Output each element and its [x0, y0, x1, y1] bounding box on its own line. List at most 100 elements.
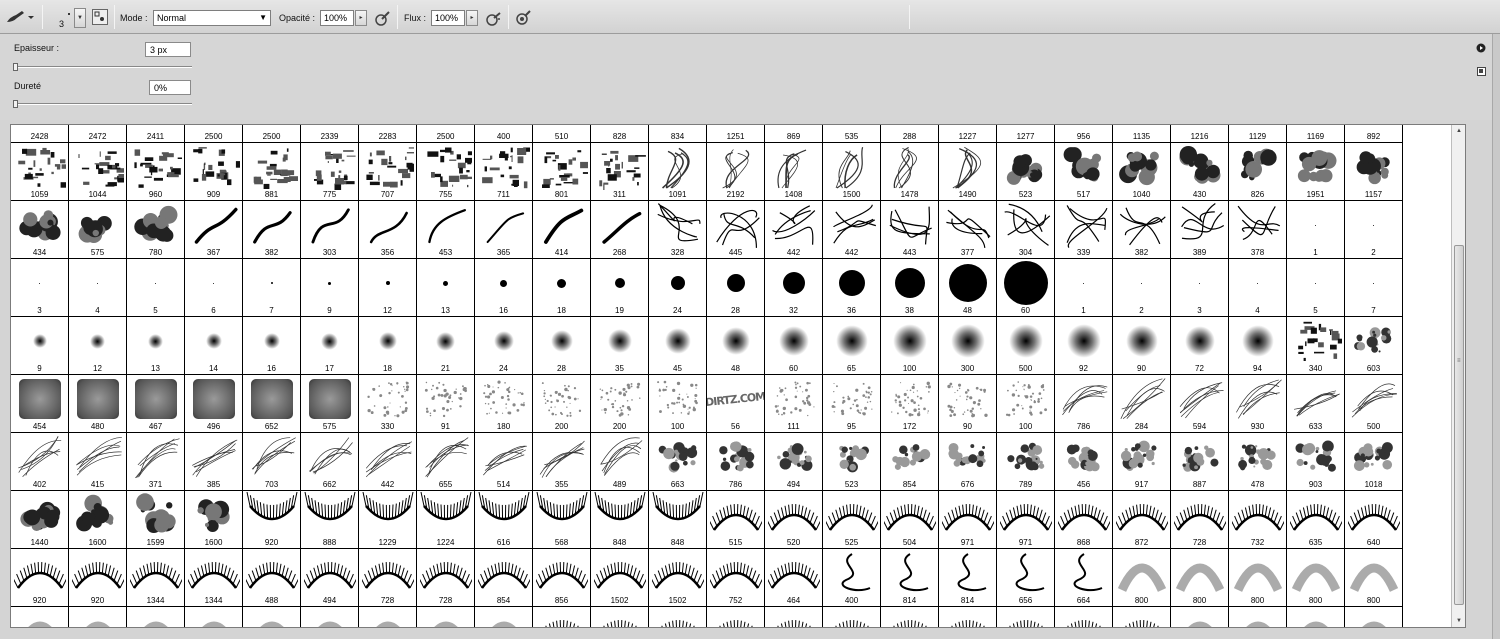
brush-preset-cell[interactable]: 268 — [591, 201, 649, 259]
brush-preset-cell[interactable]: 814 — [881, 549, 939, 607]
brush-preset-cell[interactable] — [1287, 607, 1345, 627]
brush-preset-cell[interactable]: 18 — [533, 259, 591, 317]
brush-preset-cell[interactable]: 892 — [1345, 125, 1403, 143]
brush-preset-cell[interactable]: 2339 — [301, 125, 359, 143]
brush-preset-cell[interactable]: 4 — [69, 259, 127, 317]
brush-preset-cell[interactable]: 920 — [243, 491, 301, 549]
brush-preset-cell[interactable]: 1502 — [649, 549, 707, 607]
brush-preset-cell[interactable]: 1277 — [997, 125, 1055, 143]
brush-preset-cell[interactable]: 367 — [185, 201, 243, 259]
brush-preset-cell[interactable]: 1951 — [1287, 143, 1345, 201]
thickness-slider-track[interactable] — [14, 66, 192, 68]
brush-preset-cell[interactable]: 728 — [417, 549, 475, 607]
brush-preset-cell[interactable]: 1 — [1287, 201, 1345, 259]
brush-preset-cell[interactable]: 800 — [1229, 549, 1287, 607]
brush-preset-cell[interactable]: 494 — [301, 549, 359, 607]
brush-preset-cell[interactable]: 800 — [1171, 549, 1229, 607]
brush-preset-cell[interactable]: 443 — [881, 201, 939, 259]
brush-preset-cell[interactable]: 6 — [185, 259, 243, 317]
brush-preset-cell[interactable]: 801 — [533, 143, 591, 201]
brush-preset-cell[interactable]: 478 — [1229, 433, 1287, 491]
brush-tool-icon[interactable] — [4, 8, 34, 26]
brush-preset-cell[interactable]: 887 — [1171, 433, 1229, 491]
brush-preset-cell[interactable]: 28 — [707, 259, 765, 317]
brush-preset-cell[interactable]: 180 — [475, 375, 533, 433]
brush-preset-cell[interactable]: 971 — [997, 491, 1055, 549]
brush-preset-cell[interactable]: 371 — [127, 433, 185, 491]
brush-preset-cell[interactable]: 1224 — [417, 491, 475, 549]
brush-preset-cell[interactable]: 172 — [881, 375, 939, 433]
brush-preset-cell[interactable]: 510 — [533, 125, 591, 143]
brush-preset-cell[interactable]: 16 — [475, 259, 533, 317]
brush-preset-dropdown[interactable]: ▼ — [74, 8, 86, 28]
brush-preset-cell[interactable]: 288 — [881, 125, 939, 143]
brush-preset-cell[interactable]: 200 — [533, 375, 591, 433]
brush-preset-cell[interactable]: 1040 — [1113, 143, 1171, 201]
brush-preset-cell[interactable]: 775 — [301, 143, 359, 201]
brush-preset-cell[interactable]: 633 — [1287, 375, 1345, 433]
brush-preset-cell[interactable]: 4 — [1229, 259, 1287, 317]
brush-preset-cell[interactable]: 90 — [939, 375, 997, 433]
brush-preset-cell[interactable]: 17 — [301, 317, 359, 375]
brush-preset-cell[interactable]: 9 — [11, 317, 69, 375]
brush-preset-cell[interactable]: 956 — [1055, 125, 1113, 143]
brush-preset-cell[interactable]: 1344 — [127, 549, 185, 607]
brush-preset-cell[interactable]: 1018 — [1345, 433, 1403, 491]
airbrush-icon[interactable] — [485, 9, 503, 27]
hardness-slider-thumb[interactable] — [13, 100, 18, 108]
brush-preset-cell[interactable]: 711 — [475, 143, 533, 201]
brush-preset-cell[interactable]: 24 — [649, 259, 707, 317]
brush-preset-cell[interactable]: 826 — [1229, 143, 1287, 201]
brush-preset-cell[interactable]: 652 — [243, 375, 301, 433]
brush-preset-cell[interactable]: 304 — [997, 201, 1055, 259]
brush-preset-cell[interactable]: 848 — [649, 491, 707, 549]
brush-preset-cell[interactable] — [301, 607, 359, 627]
brush-preset-cell[interactable]: 45 — [649, 317, 707, 375]
brush-preset-cell[interactable]: 663 — [649, 433, 707, 491]
brush-preset-cell[interactable]: 960 — [127, 143, 185, 201]
brush-preset-cell[interactable]: 300 — [939, 317, 997, 375]
brush-preset-cell[interactable]: 1600 — [69, 491, 127, 549]
brush-preset-cell[interactable]: 971 — [939, 491, 997, 549]
brush-preset-cell[interactable]: 430 — [1171, 143, 1229, 201]
brush-preset-cell[interactable]: 881 — [243, 143, 301, 201]
brush-preset-cell[interactable]: 786 — [1055, 375, 1113, 433]
hardness-input[interactable]: 0% — [149, 80, 191, 95]
brush-preset-cell[interactable]: 330 — [359, 375, 417, 433]
brush-preset-cell[interactable]: 94 — [1229, 317, 1287, 375]
brush-preset-cell[interactable]: 434 — [11, 201, 69, 259]
brush-preset-cell[interactable] — [475, 607, 533, 627]
brush-preset-cell[interactable] — [69, 607, 127, 627]
brush-preset-cell[interactable]: 95 — [823, 375, 881, 433]
brush-preset-cell[interactable]: 494 — [765, 433, 823, 491]
brush-preset-cell[interactable] — [1171, 607, 1229, 627]
brush-preset-cell[interactable]: 92 — [1055, 317, 1113, 375]
brush-preset-cell[interactable]: 2192 — [707, 143, 765, 201]
brush-preset-cell[interactable]: 1251 — [707, 125, 765, 143]
brush-preset-cell[interactable]: 909 — [185, 143, 243, 201]
brush-preset-cell[interactable]: 400 — [475, 125, 533, 143]
scroll-up-icon[interactable]: ▲ — [1452, 125, 1466, 137]
new-preset-icon[interactable] — [1476, 66, 1486, 76]
brush-preset-cell[interactable]: 854 — [475, 549, 533, 607]
brush-preset-cell[interactable]: 514 — [475, 433, 533, 491]
brush-preset-cell[interactable]: 442 — [765, 201, 823, 259]
brush-preset-cell[interactable]: 7 — [1345, 259, 1403, 317]
brush-preset-cell[interactable]: 854 — [881, 433, 939, 491]
brush-preset-cell[interactable]: 1502 — [591, 549, 649, 607]
brush-preset-cell[interactable]: 464 — [765, 549, 823, 607]
brush-preset-cell[interactable]: 755 — [417, 143, 475, 201]
brush-preset-cell[interactable]: 9 — [301, 259, 359, 317]
brush-preset-cell[interactable]: 848 — [591, 491, 649, 549]
brush-preset-cell[interactable]: 780 — [127, 201, 185, 259]
brush-preset-cell[interactable]: 442 — [823, 201, 881, 259]
brush-preset-cell[interactable]: 36 — [823, 259, 881, 317]
brush-preset-cell[interactable]: 60 — [765, 317, 823, 375]
brush-preset-cell[interactable]: 868 — [1055, 491, 1113, 549]
brush-preset-cell[interactable]: 3 — [1171, 259, 1229, 317]
brush-preset-cell[interactable]: 488 — [243, 549, 301, 607]
brush-preset-cell[interactable] — [127, 607, 185, 627]
brush-preset-cell[interactable] — [359, 607, 417, 627]
brush-preset-cell[interactable]: 872 — [1113, 491, 1171, 549]
brush-grid-scrollbar[interactable]: ▲ ≡ ▼ — [1451, 125, 1465, 627]
